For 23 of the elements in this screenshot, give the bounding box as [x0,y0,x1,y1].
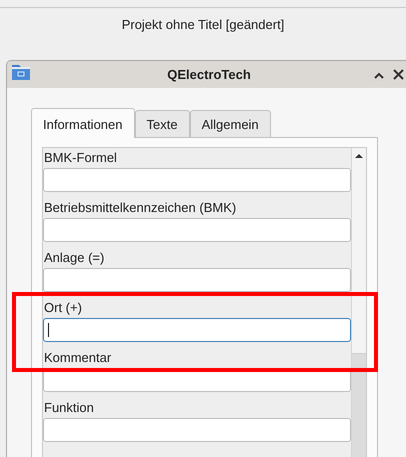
collapse-icon[interactable] [373,70,385,78]
scrollbar-thumb[interactable] [352,148,366,354]
field-label: Funktion [43,400,95,417]
input-field[interactable] [43,268,351,292]
scrollbar[interactable] [351,148,366,457]
field-label: Ort (+) [43,300,83,317]
input-field[interactable] [43,218,351,242]
text-cursor [48,323,49,337]
field-label: Kommentar [43,350,112,367]
input-field[interactable] [43,418,351,442]
tab[interactable]: Texte [134,110,190,137]
folder-icon [11,62,31,80]
field-label: BMK-Formel [43,150,118,167]
input-field[interactable] [43,318,351,342]
field-label: Betriebsmittelkennzeichen (BMK) [43,200,238,217]
tab[interactable]: Informationen [31,108,134,138]
field-label: Anlage (=) [43,250,106,267]
window-title: Projekt ohne Titel [geändert] [120,16,286,32]
dialog-title: QElectroTech [166,67,252,82]
tab[interactable]: Allgemein [190,110,271,137]
scroll-up-icon[interactable] [355,153,363,158]
input-field[interactable] [43,168,351,192]
close-icon[interactable] [393,69,404,80]
